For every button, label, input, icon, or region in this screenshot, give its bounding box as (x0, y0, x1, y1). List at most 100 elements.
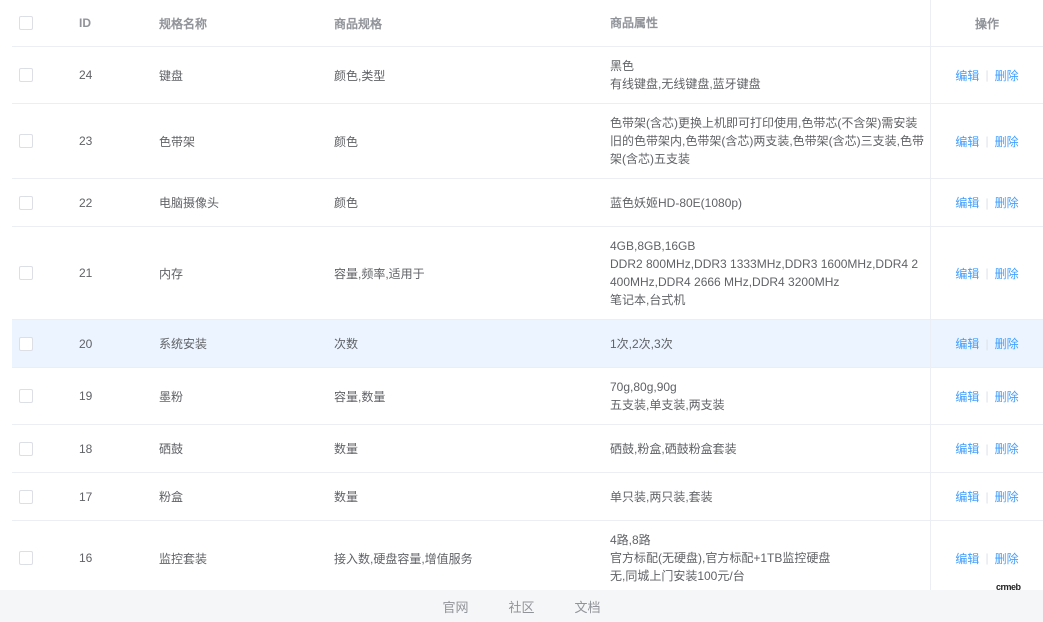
row-attr: 单只装,两只装,套装 (610, 489, 713, 504)
delete-button[interactable]: 删除 (995, 265, 1019, 282)
row-name: 硒鼓 (159, 442, 184, 456)
table-row: 21 内存 容量,频率,适用于 4GB,8GB,16GB DDR2 800MHz,DD… (12, 227, 1043, 320)
header-op: 操作 (930, 0, 1043, 46)
row-name: 监控套装 (159, 551, 208, 566)
footer-link-docs[interactable]: 文档 (575, 597, 601, 616)
table-row: 17 粉盒 数量 单只装,两只装,套装 编辑 | 删除 (12, 473, 1043, 521)
delete-button[interactable]: 删除 (995, 67, 1019, 84)
edit-button[interactable]: 编辑 (955, 194, 979, 211)
table-row: 23 色带架 颜色 色带架(含芯)更换上机即可打印使用,色带芯(不含架)需安装 旧的色… (12, 104, 1043, 179)
edit-button[interactable]: 编辑 (955, 440, 979, 457)
edit-button[interactable]: 编辑 (955, 388, 979, 405)
row-actions: 编辑 | 删除 (930, 521, 1043, 595)
header-spec: 商品规格 (334, 16, 383, 31)
action-divider: | (985, 195, 989, 210)
table-row: 18 硒鼓 数量 硒鼓,粉盒,硒鼓粉盒套装 编辑 | 删除 (12, 425, 1043, 473)
row-check-cell (12, 368, 40, 424)
row-check-cell (12, 473, 40, 520)
row-spec: 颜色 (334, 196, 359, 210)
row-check-cell (12, 227, 40, 319)
row-actions: 编辑 | 删除 (930, 425, 1043, 472)
table-body: 24 键盘 颜色,类型 黑色 有线键盘,无线键盘,蓝牙键盘 编辑 | 删除 23 色带架 颜色 色带… (12, 47, 1043, 596)
footer-link-official[interactable]: 官网 (442, 597, 468, 616)
action-divider: | (985, 68, 989, 82)
row-checkbox[interactable] (19, 195, 33, 210)
row-spec: 次数 (334, 337, 359, 351)
row-spec: 容量,频率,适用于 (334, 266, 425, 281)
spec-table: ID 规格名称 商品规格 商品属性 操作 24 键盘 颜色,类型 黑色 有线键盘,无线… (12, 0, 1043, 596)
row-id: 23 (79, 134, 93, 148)
row-actions: 编辑 | 删除 (930, 320, 1043, 367)
table-row: 20 系统安装 次数 1次,2次,3次 编辑 | 删除 (12, 320, 1043, 368)
row-checkbox[interactable] (19, 68, 33, 82)
row-checkbox[interactable] (19, 489, 33, 504)
action-divider: | (985, 336, 989, 351)
edit-button[interactable]: 编辑 (955, 335, 979, 352)
header-id: ID (79, 16, 91, 30)
row-spec: 容量,数量 (334, 389, 386, 404)
row-attr: 蓝色妖姬HD-80E(1080p) (610, 195, 743, 210)
row-checkbox[interactable] (19, 389, 33, 403)
footer: 官网 社区 文档 (0, 590, 1043, 622)
edit-button[interactable]: 编辑 (955, 550, 979, 567)
action-divider: | (985, 441, 989, 456)
edit-button[interactable]: 编辑 (955, 265, 979, 282)
row-attr: 4路,8路 官方标配(无硬盘),官方标配+1TB监控硬盘 无,同城上门安装100… (610, 533, 831, 583)
row-check-cell (12, 47, 40, 103)
delete-button[interactable]: 删除 (995, 335, 1019, 352)
row-checkbox[interactable] (19, 441, 33, 456)
table-row: 19 墨粉 容量,数量 70g,80g,90g 五支装,单支装,两支装 编辑 | 删除 (12, 368, 1043, 425)
row-checkbox[interactable] (19, 551, 33, 565)
row-id: 24 (79, 68, 93, 82)
row-name: 键盘 (159, 68, 184, 83)
row-spec: 数量 (334, 490, 359, 504)
row-attr: 硒鼓,粉盒,硒鼓粉盒套装 (610, 441, 737, 456)
table-row: 24 键盘 颜色,类型 黑色 有线键盘,无线键盘,蓝牙键盘 编辑 | 删除 (12, 47, 1043, 104)
row-checkbox[interactable] (19, 134, 33, 148)
row-attr: 70g,80g,90g 五支装,单支装,两支装 (610, 380, 725, 412)
brand-logo: crmeb (996, 582, 1021, 592)
action-divider: | (985, 489, 989, 504)
row-id: 19 (79, 389, 93, 403)
action-divider: | (985, 551, 989, 565)
row-checkbox[interactable] (19, 336, 33, 351)
row-name: 墨粉 (159, 389, 184, 404)
row-name: 电脑摄像头 (159, 196, 220, 210)
row-check-cell (12, 521, 40, 595)
row-spec: 接入数,硬盘容量,增值服务 (334, 551, 473, 566)
row-check-cell (12, 179, 40, 226)
edit-button[interactable]: 编辑 (955, 67, 979, 84)
select-all-cell (12, 0, 40, 46)
action-divider: | (985, 389, 989, 403)
delete-button[interactable]: 删除 (995, 133, 1019, 150)
row-name: 粉盒 (159, 490, 184, 504)
header-attr: 商品属性 (610, 16, 659, 30)
row-id: 22 (79, 195, 93, 210)
select-all-checkbox[interactable] (19, 16, 33, 30)
row-id: 21 (79, 266, 93, 280)
row-actions: 编辑 | 删除 (930, 47, 1043, 103)
delete-button[interactable]: 删除 (995, 440, 1019, 457)
delete-button[interactable]: 删除 (995, 194, 1019, 211)
footer-link-community[interactable]: 社区 (508, 597, 534, 616)
row-actions: 编辑 | 删除 (930, 368, 1043, 424)
row-actions: 编辑 | 删除 (930, 227, 1043, 319)
action-divider: | (985, 266, 989, 280)
row-checkbox[interactable] (19, 266, 33, 280)
row-name: 系统安装 (159, 337, 208, 351)
edit-button[interactable]: 编辑 (955, 133, 979, 150)
table-header: ID 规格名称 商品规格 商品属性 操作 (12, 0, 1043, 47)
row-check-cell (12, 320, 40, 367)
row-attr: 色带架(含芯)更换上机即可打印使用,色带芯(不含架)需安装 旧的色带架内,色带架… (610, 116, 924, 166)
edit-button[interactable]: 编辑 (955, 488, 979, 505)
delete-button[interactable]: 删除 (995, 488, 1019, 505)
delete-button[interactable]: 删除 (995, 550, 1019, 567)
row-attr: 黑色 有线键盘,无线键盘,蓝牙键盘 (610, 59, 761, 91)
row-spec: 颜色,类型 (334, 68, 386, 83)
delete-button[interactable]: 删除 (995, 388, 1019, 405)
row-id: 20 (79, 336, 93, 351)
row-name: 内存 (159, 266, 184, 281)
row-check-cell (12, 425, 40, 472)
row-actions: 编辑 | 删除 (930, 104, 1043, 178)
row-id: 16 (79, 551, 93, 565)
